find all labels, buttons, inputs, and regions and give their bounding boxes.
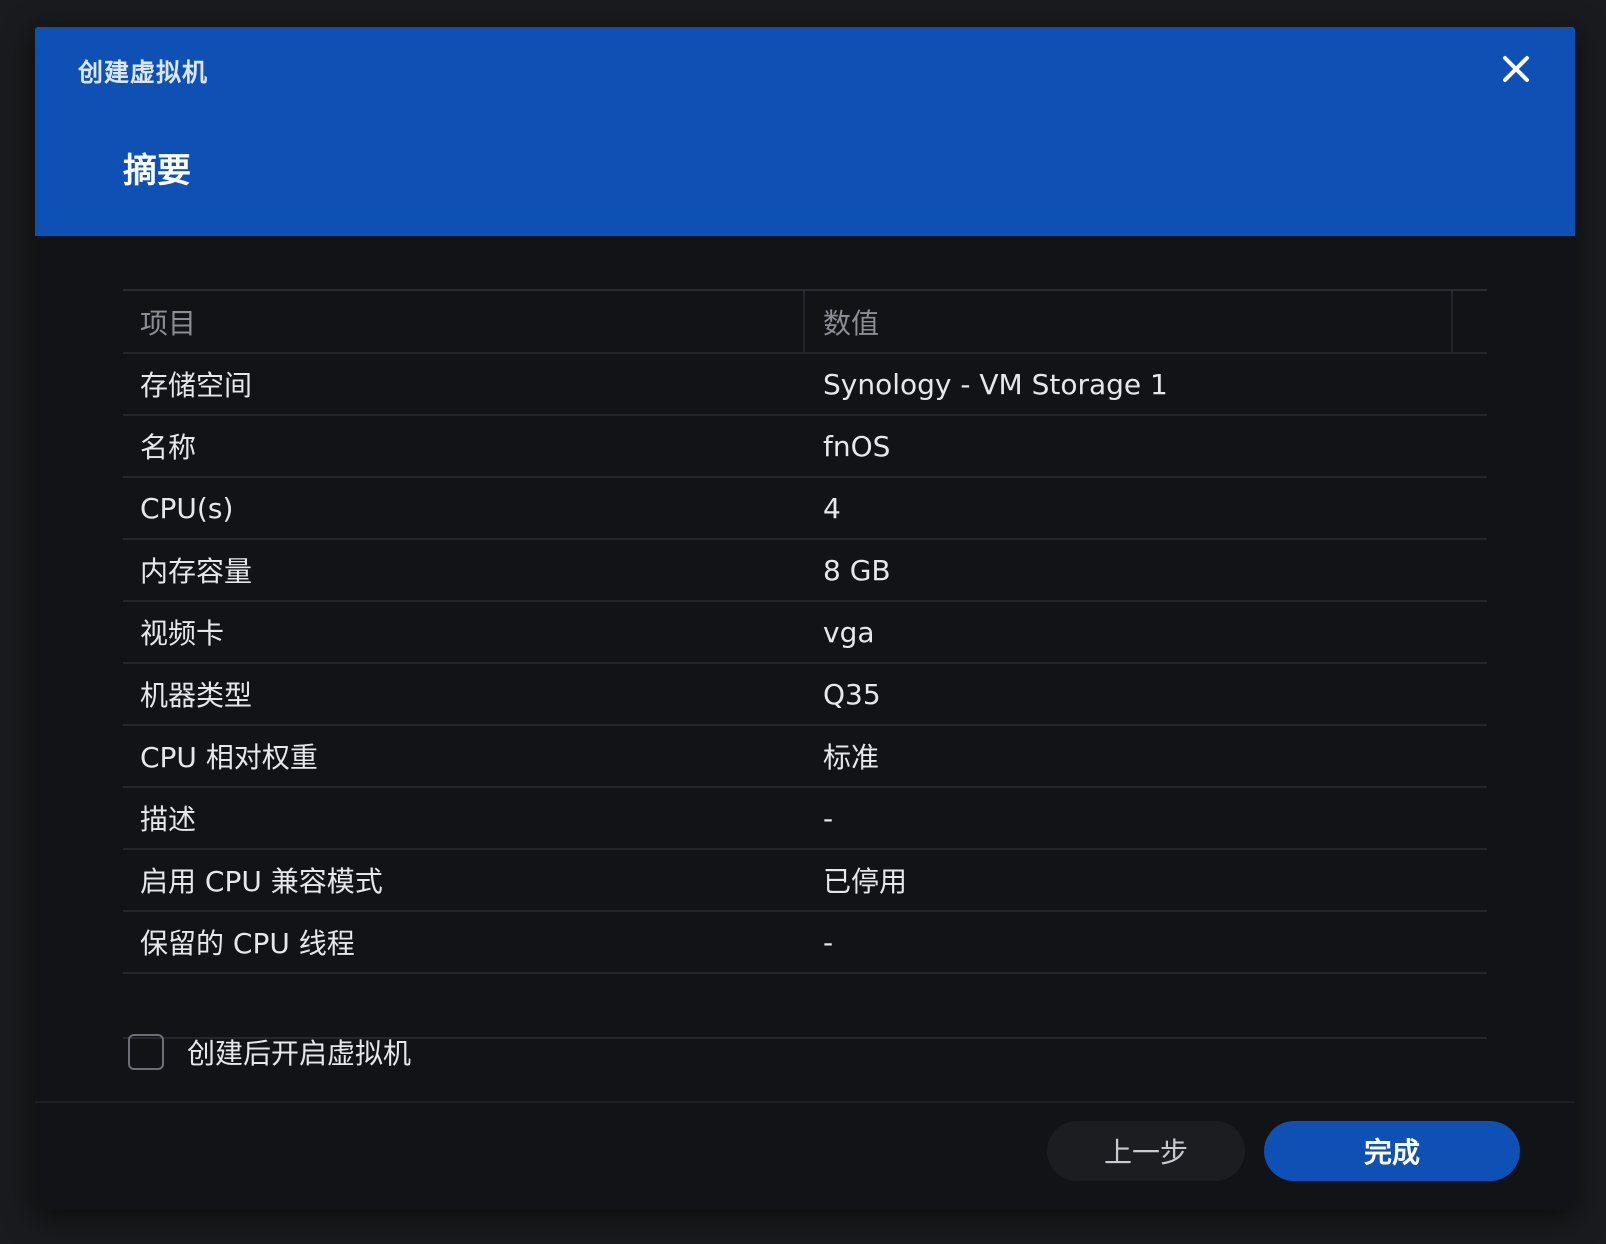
previous-step-button[interactable]: 上一步 (1047, 1121, 1245, 1181)
start-after-create-label[interactable]: 创建后开启虚拟机 (187, 1032, 411, 1072)
column-header-value[interactable]: 数值 (805, 291, 1451, 352)
row-item-label: 视频卡 (140, 617, 225, 650)
table-row: 启用 CPU 兼容模式 已停用 (123, 850, 1487, 912)
row-item-label: 名称 (140, 431, 197, 464)
row-item-label: 机器类型 (140, 679, 253, 712)
finish-button[interactable]: 完成 (1264, 1121, 1520, 1181)
table-row: 存储空间 Synology - VM Storage 1 (123, 354, 1487, 416)
row-item-value: - (823, 801, 834, 835)
row-item-value: fnOS (823, 429, 891, 463)
table-row: 视频卡 vga (123, 602, 1487, 664)
table-row: CPU(s) 4 (123, 478, 1487, 540)
table-row: 机器类型 Q35 (123, 664, 1487, 726)
dialog-header: 创建虚拟机 摘要 (35, 27, 1575, 236)
column-header-item[interactable]: 项目 (123, 291, 805, 352)
row-item-value: 4 (823, 491, 841, 525)
table-header-row: 项目 数值 (123, 291, 1487, 354)
row-item-label: CPU 相对权重 (140, 741, 318, 774)
table-row: 描述 - (123, 788, 1487, 850)
row-item-label: 保留的 CPU 线程 (140, 927, 355, 960)
window-title: 创建虚拟机 (78, 58, 209, 87)
row-item-label: CPU(s) (140, 491, 234, 525)
table-row: 名称 fnOS (123, 416, 1487, 478)
create-vm-dialog: 创建虚拟机 摘要 项目 数值 存储空间 Synology - VM Storag… (35, 27, 1575, 1210)
close-icon (1503, 56, 1529, 82)
summary-table: 项目 数值 存储空间 Synology - VM Storage 1 名称 fn… (123, 289, 1487, 974)
footer-divider (35, 1101, 1575, 1103)
row-item-label: 内存容量 (140, 555, 253, 588)
row-item-value: 已停用 (823, 865, 908, 898)
table-row: 内存容量 8 GB (123, 540, 1487, 602)
row-item-value: - (823, 925, 834, 959)
row-item-label: 描述 (140, 803, 197, 836)
close-button[interactable] (1498, 51, 1534, 87)
step-title: 摘要 (123, 151, 191, 191)
row-item-value: 标准 (823, 741, 880, 774)
start-after-create-checkbox[interactable] (128, 1034, 164, 1070)
table-row: CPU 相对权重 标准 (123, 726, 1487, 788)
row-item-value: Synology - VM Storage 1 (823, 367, 1168, 401)
column-divider (1451, 291, 1453, 352)
row-item-label: 存储空间 (140, 369, 253, 402)
start-after-create-option[interactable]: 创建后开启虚拟机 (128, 1032, 411, 1072)
row-item-label: 启用 CPU 兼容模式 (140, 865, 383, 898)
table-row: 保留的 CPU 线程 - (123, 912, 1487, 974)
row-item-value: vga (823, 615, 875, 649)
row-item-value: 8 GB (823, 553, 891, 587)
row-item-value: Q35 (823, 677, 881, 711)
